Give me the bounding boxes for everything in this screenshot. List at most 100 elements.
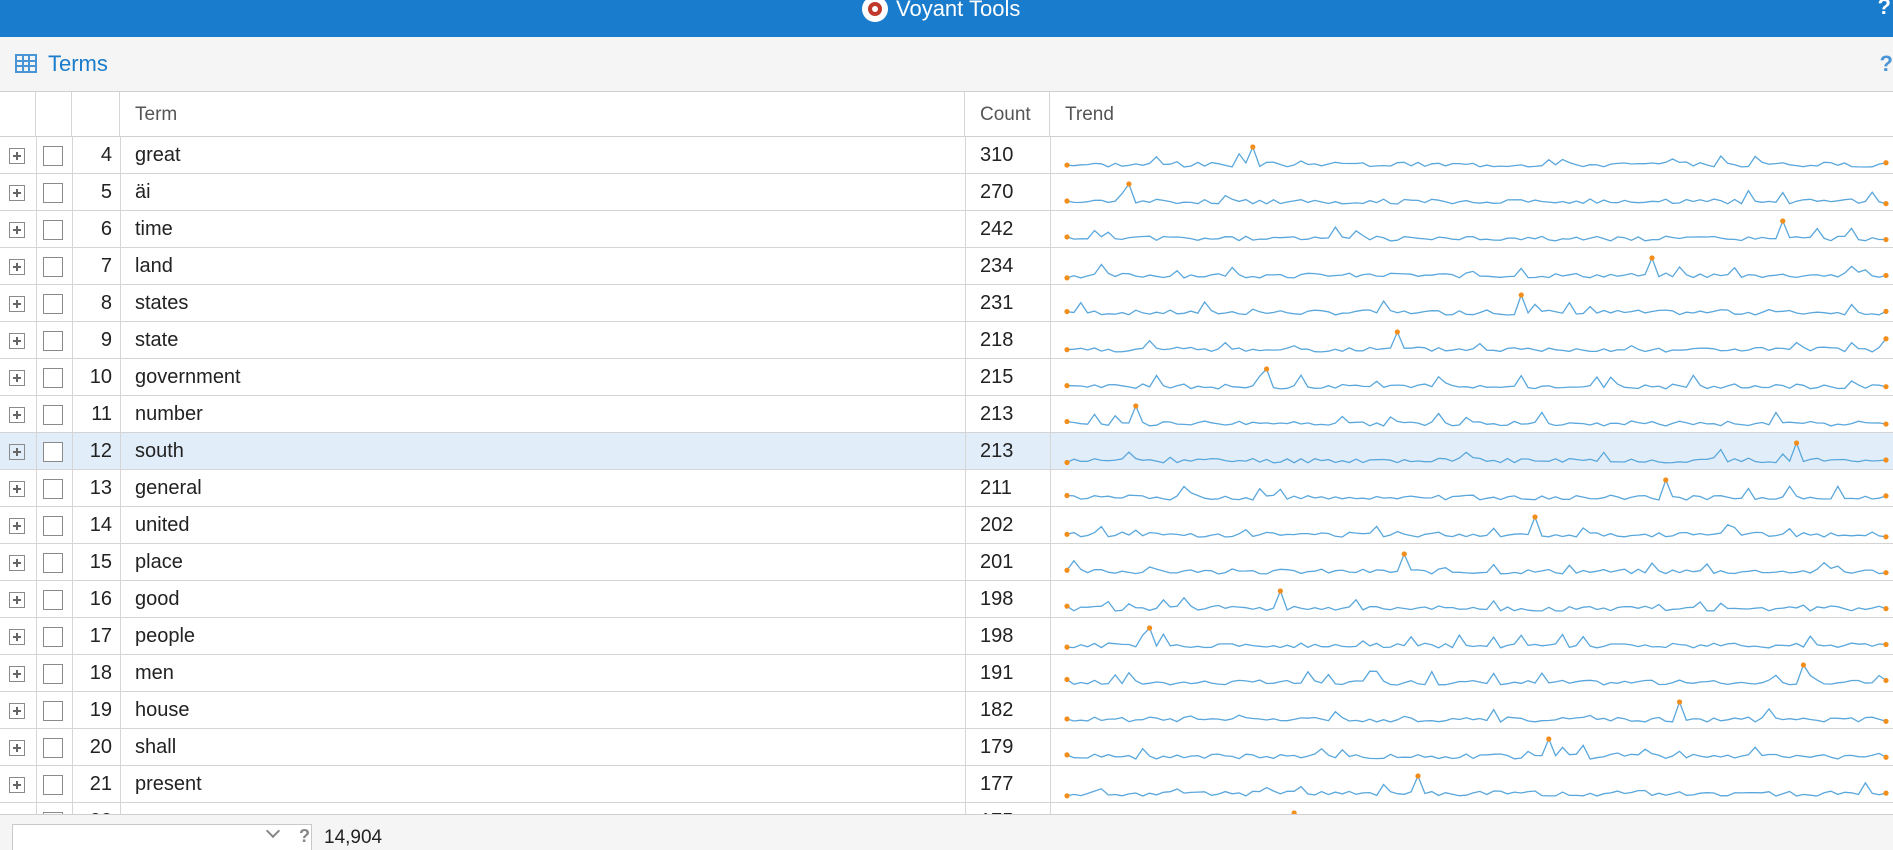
table-row[interactable]: 14 united 202 xyxy=(0,507,1893,544)
term-cell[interactable]: time xyxy=(135,211,173,248)
trend-sparkline[interactable] xyxy=(1060,544,1893,581)
expand-row-icon[interactable] xyxy=(9,666,25,682)
terms-grid-body[interactable]: 4 great 310 5 äi 270 6 time 242 7 land 234 8 states 23… xyxy=(0,137,1893,814)
trend-sparkline[interactable] xyxy=(1060,618,1893,655)
count-cell: 198 xyxy=(980,625,1014,647)
term-cell[interactable]: shall xyxy=(135,729,176,766)
table-row[interactable]: 7 land 234 xyxy=(0,248,1893,285)
trend-sparkline[interactable] xyxy=(1060,433,1893,470)
app-header: Voyant Tools ? xyxy=(0,0,1893,37)
trend-sparkline[interactable] xyxy=(1060,211,1893,248)
table-row[interactable]: 13 general 211 xyxy=(0,470,1893,507)
table-row[interactable]: 20 shall 179 xyxy=(0,729,1893,766)
trend-point xyxy=(1883,754,1889,760)
trend-point xyxy=(1883,790,1889,796)
table-row[interactable]: 19 house 182 xyxy=(0,692,1893,729)
term-cell[interactable]: south xyxy=(135,433,184,470)
term-cell[interactable]: people xyxy=(135,618,195,655)
expand-row-icon[interactable] xyxy=(9,740,25,756)
expand-row-icon[interactable] xyxy=(9,407,25,423)
trend-sparkline[interactable] xyxy=(1060,396,1893,433)
trend-line xyxy=(1066,219,1886,242)
chevron-down-icon[interactable] xyxy=(265,823,281,839)
expand-row-icon[interactable] xyxy=(9,777,25,793)
column-divider xyxy=(965,544,966,581)
trend-point xyxy=(1064,603,1070,609)
panel-help-icon[interactable]: ? xyxy=(1880,51,1893,77)
trend-sparkline[interactable] xyxy=(1060,507,1893,544)
term-cell[interactable]: general xyxy=(135,470,202,507)
expand-row-icon[interactable] xyxy=(9,481,25,497)
table-row[interactable]: 5 äi 270 xyxy=(0,174,1893,211)
trend-sparkline[interactable] xyxy=(1060,803,1893,814)
table-row[interactable]: 12 south 213 xyxy=(0,433,1893,470)
term-cell[interactable]: great xyxy=(135,137,181,174)
expand-row-icon[interactable] xyxy=(9,370,25,386)
trend-column-header[interactable]: Trend xyxy=(1050,92,1893,137)
table-row[interactable]: 17 people 198 xyxy=(0,618,1893,655)
trend-sparkline[interactable] xyxy=(1060,655,1893,692)
trend-sparkline[interactable] xyxy=(1060,285,1893,322)
app-help-icon[interactable]: ? xyxy=(1878,0,1891,20)
trend-point xyxy=(1064,644,1070,650)
column-divider xyxy=(120,766,121,803)
expand-row-icon[interactable] xyxy=(9,518,25,534)
rank-cell: 9 xyxy=(100,329,112,351)
count-column-header[interactable]: Count xyxy=(965,92,1050,137)
term-cell[interactable]: number xyxy=(135,396,203,433)
table-row[interactable]: 6 time 242 xyxy=(0,211,1893,248)
trend-sparkline[interactable] xyxy=(1060,322,1893,359)
table-row[interactable]: 22 175 xyxy=(0,803,1893,814)
table-row[interactable]: 8 states 231 xyxy=(0,285,1893,322)
table-row[interactable]: 18 men 191 xyxy=(0,655,1893,692)
trend-sparkline[interactable] xyxy=(1060,581,1893,618)
table-row[interactable]: 16 good 198 xyxy=(0,581,1893,618)
expand-row-icon[interactable] xyxy=(9,444,25,460)
trend-point xyxy=(1263,366,1270,372)
term-cell[interactable]: house xyxy=(135,692,190,729)
table-row[interactable]: 9 state 218 xyxy=(0,322,1893,359)
expand-row-icon[interactable] xyxy=(9,333,25,349)
term-cell[interactable]: land xyxy=(135,248,173,285)
trend-point xyxy=(1518,292,1524,298)
table-row[interactable]: 10 government 215 xyxy=(0,359,1893,396)
expand-row-icon[interactable] xyxy=(9,222,25,238)
trend-sparkline[interactable] xyxy=(1060,174,1893,211)
expand-row-icon[interactable] xyxy=(9,148,25,164)
trend-sparkline[interactable] xyxy=(1060,729,1893,766)
term-cell[interactable]: united xyxy=(135,507,190,544)
expand-row-icon[interactable] xyxy=(9,629,25,645)
term-column-header[interactable]: Term xyxy=(120,92,965,137)
rank-column-header[interactable] xyxy=(72,92,120,137)
expand-row-icon[interactable] xyxy=(9,592,25,608)
expand-row-icon[interactable] xyxy=(9,185,25,201)
stopword-select[interactable]: ? xyxy=(12,823,312,850)
trend-sparkline[interactable] xyxy=(1060,692,1893,729)
term-cell[interactable]: men xyxy=(135,655,174,692)
expand-row-icon[interactable] xyxy=(9,296,25,312)
table-row[interactable]: 15 place 201 xyxy=(0,544,1893,581)
table-row[interactable]: 11 number 213 xyxy=(0,396,1893,433)
expand-row-icon[interactable] xyxy=(9,703,25,719)
term-cell[interactable]: place xyxy=(135,544,183,581)
expand-row-icon[interactable] xyxy=(9,259,25,275)
term-cell[interactable]: government xyxy=(135,359,241,396)
term-cell[interactable]: good xyxy=(135,581,180,618)
trend-point xyxy=(1064,198,1070,204)
footer-help-icon[interactable]: ? xyxy=(299,826,310,847)
table-row[interactable]: 21 present 177 xyxy=(0,766,1893,803)
checkbox-column-header[interactable] xyxy=(36,92,72,137)
term-cell[interactable]: state xyxy=(135,322,178,359)
app-brand[interactable]: Voyant Tools xyxy=(862,0,1020,24)
count-cell: 175 xyxy=(980,803,1013,814)
trend-sparkline[interactable] xyxy=(1060,766,1893,803)
trend-sparkline[interactable] xyxy=(1060,137,1893,174)
term-cell[interactable]: äi xyxy=(135,174,151,211)
term-cell[interactable]: present xyxy=(135,766,202,803)
trend-sparkline[interactable] xyxy=(1060,248,1893,285)
term-cell[interactable]: states xyxy=(135,285,188,322)
table-row[interactable]: 4 great 310 xyxy=(0,137,1893,174)
expand-row-icon[interactable] xyxy=(9,555,25,571)
trend-sparkline[interactable] xyxy=(1060,359,1893,396)
trend-sparkline[interactable] xyxy=(1060,470,1893,507)
